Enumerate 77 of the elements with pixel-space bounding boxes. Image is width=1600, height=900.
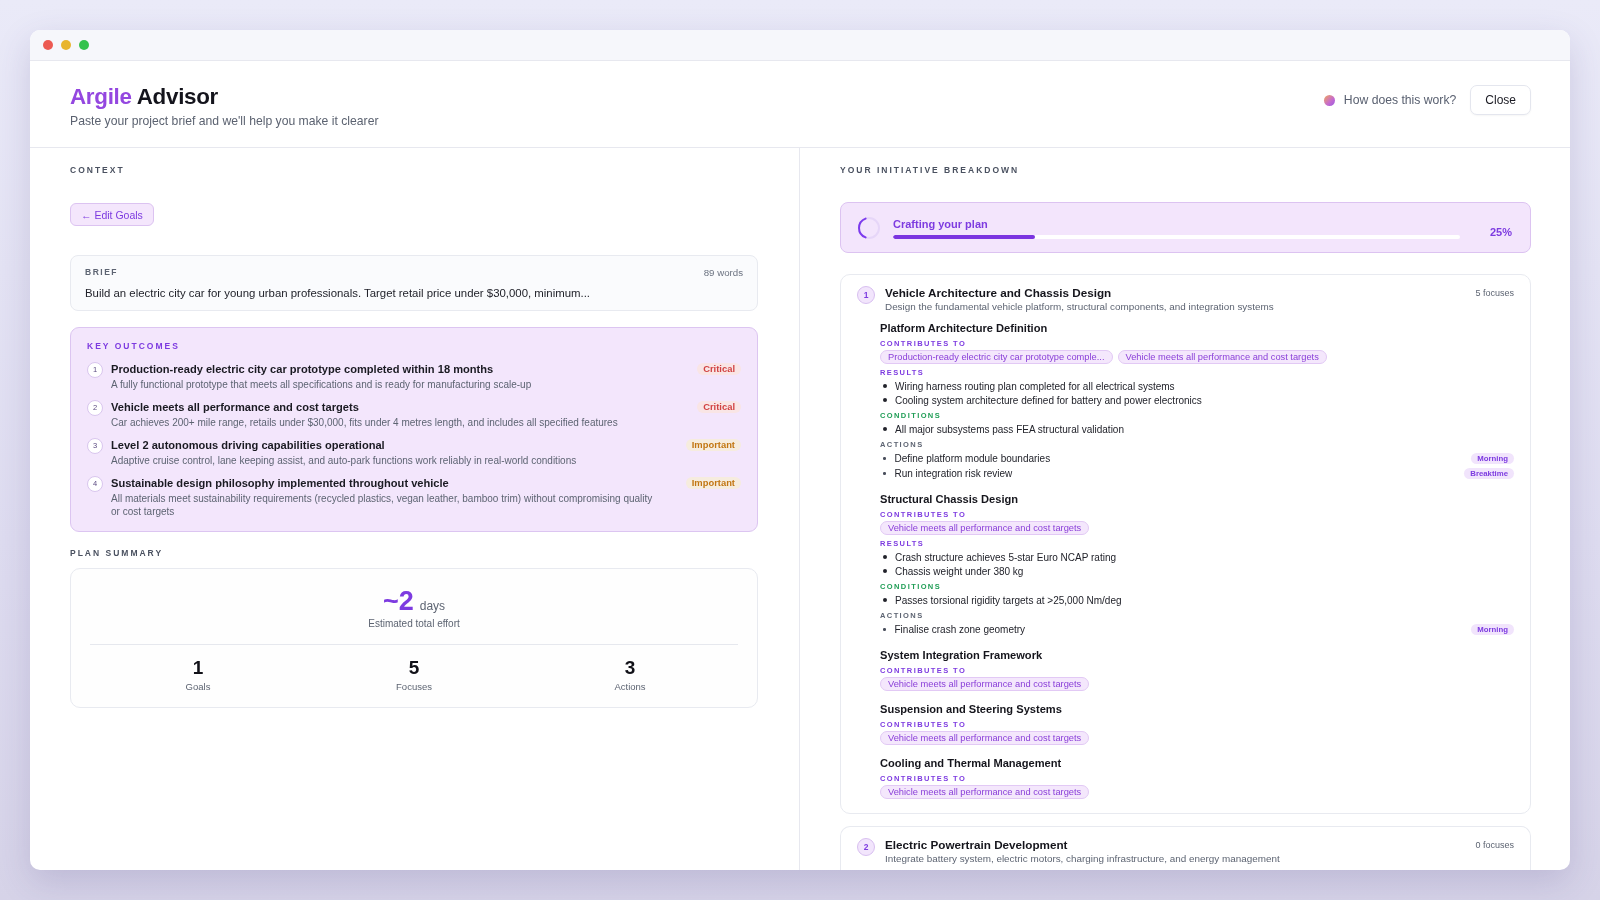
condition-text: Passes torsional rigidity targets at >25,000 Nm/deg <box>895 594 1122 606</box>
goal-description: Integrate battery system, electric motors, charging infrastructure, and energy management <box>885 853 1281 865</box>
stat-label: Focuses <box>396 681 432 693</box>
goal-number: 2 <box>857 838 875 856</box>
focus-title: Suspension and Steering Systems <box>880 703 1063 716</box>
bullet-icon <box>883 457 886 460</box>
priority-tag: Critical <box>697 363 741 375</box>
result-text: Wiring harness routing plan completed for all electrical systems <box>895 380 1175 392</box>
contribution-chip: Vehicle meets all performance and cost targets <box>880 521 1090 535</box>
result-text: Crash structure achieves 5-star Euro NCAP rating <box>895 551 1116 563</box>
outcomes-heading: KEY OUTCOMES <box>87 340 181 352</box>
window-close-button[interactable] <box>43 40 53 50</box>
priority-tag: Important <box>685 439 741 451</box>
stat-value: 1 <box>192 657 204 679</box>
bullet-icon <box>883 398 887 402</box>
bullet-icon <box>883 598 887 602</box>
action-text: Define platform module boundaries <box>894 453 1052 464</box>
priority-tag: Critical <box>697 401 741 413</box>
contribution-chip: Vehicle meets all performance and cost targets <box>880 731 1090 745</box>
bullet-icon <box>883 569 887 573</box>
section-heading: PLAN SUMMARY <box>70 548 164 558</box>
outcome-description: Adaptive cruise control, lane keeping assist, and auto-park functions work reliably in real-world conditions <box>111 454 578 467</box>
outcome-description: A fully functional prototype that meets all specifications and is ready for manufacturing scale-up <box>111 378 533 391</box>
bullet-icon <box>883 384 887 388</box>
contribution-chip: Vehicle meets all performance and cost targets <box>880 677 1090 691</box>
spinner-icon <box>858 216 880 239</box>
bullet-icon <box>883 628 886 631</box>
contribution-chip: Vehicle meets all performance and cost targets <box>1117 350 1327 364</box>
focus-title: Cooling and Thermal Management <box>880 757 1063 770</box>
goal-title: Electric Powertrain Development <box>885 838 1069 852</box>
focus-title: Structural Chassis Design <box>880 493 1020 506</box>
contribution-chip: Vehicle meets all performance and cost targets <box>880 785 1090 799</box>
app-title: Argile Advisor <box>70 84 219 110</box>
word-count: 89 words <box>703 266 743 278</box>
goal-title: Vehicle Architecture and Chassis Design <box>885 286 1113 300</box>
bullet-icon <box>883 427 887 431</box>
result-text: Cooling system architecture defined for battery and power electronics <box>895 394 1202 406</box>
effort-value: ~2 <box>382 587 414 615</box>
effort-label: Estimated total effort <box>367 618 461 630</box>
progress-reading: 25% <box>1489 224 1512 238</box>
outcome-description: All materials meet sustainability requirements (recycled plastics, vegan leather, bamboo trim) without compromising quality or cost targets <box>111 492 654 518</box>
outcome-title: Level 2 autonomous driving capabilities operational <box>111 438 386 452</box>
outcome-title: Sustainable design philosophy implemented throughout vehicle <box>111 476 450 490</box>
stat-value: 5 <box>408 657 420 679</box>
outcome-title: Vehicle meets all performance and cost targets <box>111 400 360 414</box>
goal-description: Design the fundamental vehicle platform, structural components, and integration systems <box>885 301 1275 313</box>
focus-title: System Integration Framework <box>880 649 1044 662</box>
action-text: Finalise crash zone geometry <box>894 624 1027 635</box>
brief-text: Build an electric city car for young urban professionals. Target retail price under $30,000, minimum... <box>85 286 592 300</box>
focus-title: Platform Architecture Definition <box>880 322 1049 335</box>
section-heading: CONTEXT <box>70 165 125 175</box>
brief-label: BRIEF <box>85 267 118 277</box>
stat-label: Actions <box>614 681 646 693</box>
section-heading: YOUR INITIATIVE BREAKDOWN <box>840 165 1020 175</box>
help-link[interactable]: How does this work? <box>1323 93 1457 107</box>
action-text: Run integration risk review <box>894 468 1014 479</box>
focus-count: 5 focuses <box>1475 287 1514 300</box>
stat-value: 3 <box>624 657 636 679</box>
focus-count: 0 focuses <box>1475 839 1514 852</box>
outcome-title: Production-ready electric city car prototype completed within 18 months <box>111 362 495 376</box>
goal-number: 1 <box>857 286 875 304</box>
edit-goals-button[interactable]: ← Edit Goals <box>70 203 154 226</box>
window-minimize-button[interactable] <box>61 40 71 50</box>
result-text: Chassis weight under 380 kg <box>895 565 1024 577</box>
condition-text: All major subsystems pass FEA structural validation <box>895 423 1124 435</box>
effort-unit: days <box>419 599 446 613</box>
bullet-icon <box>883 472 886 475</box>
priority-tag: Important <box>685 477 741 489</box>
outcome-description: Car achieves 200+ mile range, retails under $30,000, fits under 4 metres length, and includes all specified features <box>111 416 619 429</box>
orb-icon <box>1323 94 1335 106</box>
progress-label: Crafting your plan <box>893 217 989 231</box>
app-subtitle: Paste your project brief and we'll help you make it clearer <box>70 114 379 129</box>
window-zoom-button[interactable] <box>79 40 89 50</box>
contribution-chip: Production-ready electric city car prototype comple... <box>880 350 1113 364</box>
bullet-icon <box>883 555 887 559</box>
stat-label: Goals <box>185 681 211 693</box>
close-button[interactable]: Close <box>1470 85 1531 115</box>
